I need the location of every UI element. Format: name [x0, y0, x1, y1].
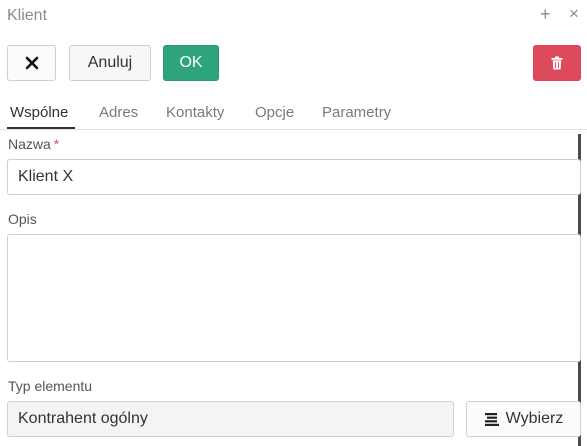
name-label: Nazwa *	[8, 136, 60, 152]
tabs-divider	[0, 129, 587, 130]
delete-button[interactable]	[533, 45, 581, 81]
ok-button[interactable]: OK	[163, 45, 219, 81]
close-window-icon[interactable]: ×	[569, 4, 579, 24]
close-button[interactable]	[7, 45, 56, 81]
x-icon	[25, 56, 38, 70]
title-bar: Klient + ×	[0, 0, 587, 34]
tab-opcje[interactable]: Opcje	[255, 104, 294, 121]
add-icon[interactable]: +	[540, 4, 551, 24]
name-field[interactable]	[7, 159, 581, 195]
tab-kontakty[interactable]: Kontakty	[166, 104, 224, 121]
choose-label: Wybierz	[505, 410, 564, 427]
list-icon	[484, 412, 499, 426]
tab-parametry[interactable]: Parametry	[322, 104, 391, 121]
description-field[interactable]	[7, 234, 581, 362]
cancel-button[interactable]: Anuluj	[69, 45, 151, 81]
tab-bar: Wspólne Adres Kontakty Opcje Parametry	[0, 96, 587, 130]
trash-icon	[551, 56, 563, 70]
tab-wspolne[interactable]: Wspólne	[10, 104, 68, 121]
element-type-label: Typ elementu	[8, 378, 93, 394]
required-mark: *	[53, 136, 60, 152]
window-title: Klient	[7, 7, 48, 24]
description-label: Opis	[8, 211, 37, 227]
element-type-field[interactable]	[7, 401, 454, 437]
tab-adres[interactable]: Adres	[99, 104, 138, 121]
choose-button[interactable]: Wybierz	[466, 401, 581, 437]
